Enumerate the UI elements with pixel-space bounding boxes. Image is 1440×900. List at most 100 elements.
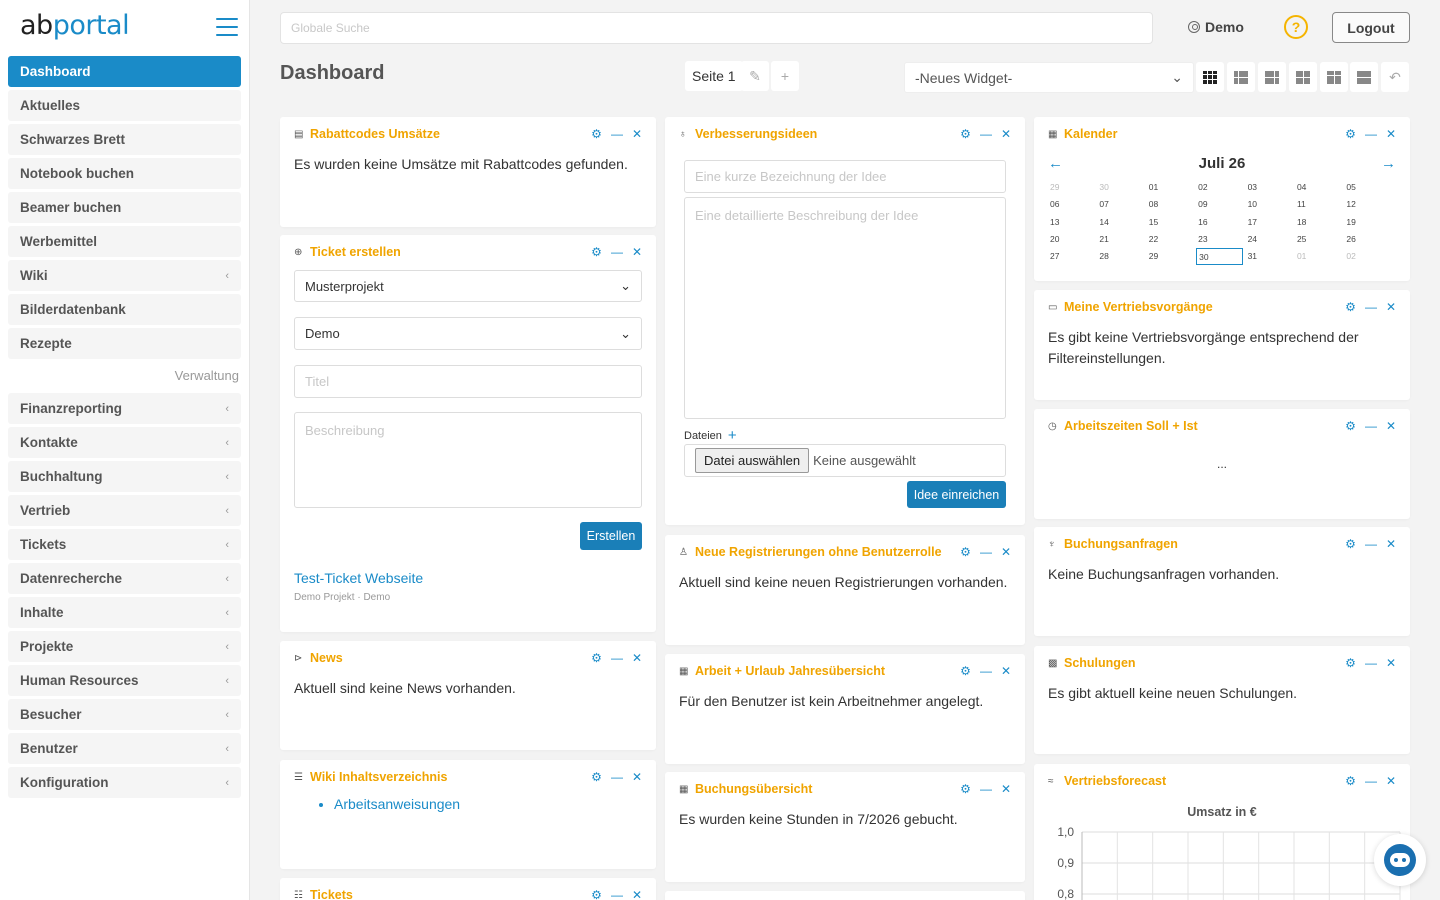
sidebar-item-dashboard[interactable]: Dashboard	[8, 56, 241, 87]
user-menu[interactable]: Demo	[1188, 19, 1244, 35]
close-icon[interactable]: ✕	[1001, 783, 1011, 795]
minimize-icon[interactable]: —	[1365, 538, 1377, 550]
ticket-title-input[interactable]: Titel	[294, 365, 642, 398]
global-search-input[interactable]	[280, 12, 1153, 44]
calendar-day[interactable]: 05	[1344, 179, 1393, 196]
close-icon[interactable]: ✕	[1001, 546, 1011, 558]
sidebar-item-besucher[interactable]: Besucher ‹	[8, 699, 241, 730]
user-select[interactable]: Demo ⌄	[294, 317, 642, 350]
calendar-day[interactable]: 17	[1246, 214, 1295, 231]
calendar-day[interactable]: 29	[1147, 248, 1196, 265]
gear-icon[interactable]: ⚙	[591, 771, 602, 783]
layout-1-column-button[interactable]	[1350, 62, 1378, 92]
sidebar-item-notebook-buchen[interactable]: Notebook buchen	[8, 158, 241, 189]
sidebar-item-konfiguration[interactable]: Konfiguration ‹	[8, 767, 241, 798]
calendar-day[interactable]: 09	[1196, 196, 1245, 213]
calendar-day[interactable]: 02	[1196, 179, 1245, 196]
calendar-day[interactable]: 08	[1147, 196, 1196, 213]
calendar-day[interactable]: 07	[1097, 196, 1146, 213]
sidebar-item-projekte[interactable]: Projekte ‹	[8, 631, 241, 662]
calendar-day[interactable]: 13	[1048, 214, 1097, 231]
gear-icon[interactable]: ⚙	[591, 128, 602, 140]
create-ticket-button[interactable]: Erstellen	[580, 522, 642, 550]
close-icon[interactable]: ✕	[1386, 301, 1396, 313]
sidebar-item-datenrecherche[interactable]: Datenrecherche ‹	[8, 563, 241, 594]
calendar-day[interactable]: 06	[1048, 196, 1097, 213]
close-icon[interactable]: ✕	[632, 652, 642, 664]
ticket-link[interactable]: Test-Ticket Webseite	[294, 570, 423, 586]
wiki-item[interactable]: Arbeitsanweisungen	[334, 796, 460, 812]
calendar-day-today[interactable]: 30	[1196, 248, 1244, 266]
sidebar-item-tickets[interactable]: Tickets ‹	[8, 529, 241, 560]
calendar-day[interactable]: 03	[1246, 179, 1295, 196]
calendar-day[interactable]: 22	[1147, 231, 1196, 248]
calendar-day[interactable]: 18	[1295, 214, 1344, 231]
sidebar-item-kontakte[interactable]: Kontakte ‹	[8, 427, 241, 458]
file-choose-button[interactable]: Datei auswählen	[695, 448, 810, 473]
app-logo[interactable]: abportal	[20, 10, 130, 41]
calendar-day[interactable]: 11	[1295, 196, 1344, 213]
gear-icon[interactable]: ⚙	[1345, 301, 1356, 313]
gear-icon[interactable]: ⚙	[960, 546, 971, 558]
add-file-icon[interactable]: +	[728, 427, 737, 444]
layout-left-wide-button[interactable]	[1227, 62, 1255, 92]
minimize-icon[interactable]: —	[1365, 301, 1377, 313]
sidebar-item-human-resources[interactable]: Human Resources ‹	[8, 665, 241, 696]
layout-right-wide-button[interactable]	[1258, 62, 1286, 92]
minimize-icon[interactable]: —	[980, 546, 992, 558]
close-icon[interactable]: ✕	[1386, 538, 1396, 550]
calendar-day[interactable]: 10	[1246, 196, 1295, 213]
sidebar-item-vertrieb[interactable]: Vertrieb ‹	[8, 495, 241, 526]
minimize-icon[interactable]: —	[1365, 657, 1377, 669]
sidebar-item-beamer-buchen[interactable]: Beamer buchen	[8, 192, 241, 223]
layout-3-columns-button[interactable]	[1196, 62, 1224, 92]
ticket-description-textarea[interactable]: Beschreibung	[294, 412, 642, 508]
sidebar-item-benutzer[interactable]: Benutzer ‹	[8, 733, 241, 764]
calendar-day[interactable]: 28	[1097, 248, 1146, 265]
calendar-day[interactable]: 16	[1196, 214, 1245, 231]
calendar-day[interactable]: 25	[1295, 231, 1344, 248]
minimize-icon[interactable]: —	[611, 246, 623, 258]
minimize-icon[interactable]: —	[1365, 775, 1377, 787]
new-widget-select[interactable]: -Neues Widget- ⌄	[904, 62, 1194, 93]
undo-icon[interactable]: ↶	[1381, 62, 1409, 92]
calendar-day[interactable]: 15	[1147, 214, 1196, 231]
close-icon[interactable]: ✕	[632, 128, 642, 140]
submit-idea-button[interactable]: Idee einreichen	[907, 481, 1006, 508]
edit-page-icon[interactable]: ✎	[741, 61, 769, 91]
calendar-day[interactable]: 21	[1097, 231, 1146, 248]
file-input[interactable]: Datei auswählen Keine ausgewählt	[684, 444, 1006, 477]
minimize-icon[interactable]: —	[980, 665, 992, 677]
close-icon[interactable]: ✕	[1386, 657, 1396, 669]
calendar-day[interactable]: 14	[1097, 214, 1146, 231]
help-icon[interactable]: ?	[1284, 15, 1308, 39]
idea-description-textarea[interactable]: Eine detaillierte Beschreibung der Idee	[684, 197, 1006, 419]
sidebar-item-inhalte[interactable]: Inhalte ‹	[8, 597, 241, 628]
minimize-icon[interactable]: —	[980, 128, 992, 140]
menu-toggle-icon[interactable]	[216, 18, 238, 36]
tab-seite-1[interactable]: Seite 1	[685, 61, 743, 91]
close-icon[interactable]: ✕	[632, 771, 642, 783]
calendar-day[interactable]: 24	[1246, 231, 1295, 248]
close-icon[interactable]: ✕	[1001, 128, 1011, 140]
calendar-day[interactable]: 20	[1048, 231, 1097, 248]
idea-name-input[interactable]: Eine kurze Bezeichnung der Idee	[684, 160, 1006, 193]
gear-icon[interactable]: ⚙	[1345, 538, 1356, 550]
calendar-day[interactable]: 19	[1344, 214, 1393, 231]
gear-icon[interactable]: ⚙	[591, 246, 602, 258]
close-icon[interactable]: ✕	[1386, 420, 1396, 432]
sidebar-item-schwarzes-brett[interactable]: Schwarzes Brett	[8, 124, 241, 155]
gear-icon[interactable]: ⚙	[1345, 775, 1356, 787]
logout-button[interactable]: Logout	[1332, 12, 1410, 43]
sidebar-item-wiki[interactable]: Wiki ‹	[8, 260, 241, 291]
minimize-icon[interactable]: —	[611, 771, 623, 783]
gear-icon[interactable]: ⚙	[960, 783, 971, 795]
project-select[interactable]: Musterprojekt ⌄	[294, 270, 642, 302]
chat-assistant-button[interactable]	[1374, 834, 1426, 886]
minimize-icon[interactable]: —	[611, 889, 623, 900]
calendar-day[interactable]: 01	[1147, 179, 1196, 196]
minimize-icon[interactable]: —	[1365, 420, 1377, 432]
calendar-day[interactable]: 30	[1097, 179, 1146, 196]
sidebar-item-bilderdatenbank[interactable]: Bilderdatenbank	[8, 294, 241, 325]
close-icon[interactable]: ✕	[632, 889, 642, 900]
